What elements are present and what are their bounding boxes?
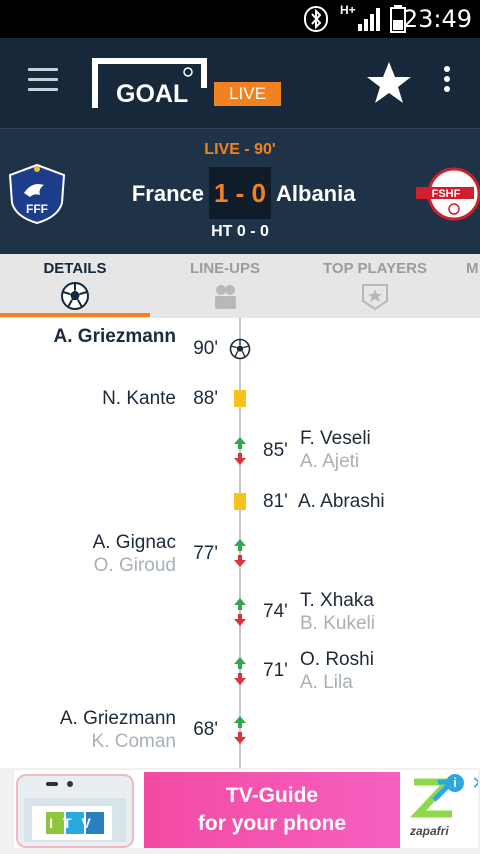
status-time: 23:49 — [402, 5, 472, 33]
event-player-out: A. Ajeti — [300, 451, 360, 472]
event-player-out: B. Kukeli — [300, 613, 375, 634]
tab-more-label: M — [466, 260, 479, 277]
yellow-card-icon — [234, 390, 246, 407]
timeline-event[interactable]: 81' A. Abrashi — [0, 489, 480, 519]
substitution-icon — [234, 598, 246, 626]
favorite-button[interactable] — [366, 60, 412, 106]
yellow-card-icon — [234, 493, 246, 510]
ad-line-1: TV-Guide — [225, 784, 319, 807]
event-minute: 85' — [263, 440, 288, 461]
event-player-in: F. Veseli — [300, 428, 371, 449]
event-minute: 77' — [193, 543, 218, 564]
albania-crest-text: FSHF — [432, 188, 461, 200]
ad-banner[interactable]: ITV TV-Guide for your phone zapafri i ✕ — [0, 768, 480, 854]
event-player: N. Kante — [102, 388, 176, 409]
event-player-in: A. Griezmann — [59, 708, 176, 729]
event-player-in: A. Gignac — [92, 532, 176, 553]
timeline-event[interactable]: N. Kante 88' — [0, 386, 480, 416]
app-bar: GOAL LIVE — [0, 38, 480, 128]
timeline-event[interactable]: 74' T. Xhaka B. Kukeli — [0, 590, 480, 638]
event-minute: 74' — [263, 601, 288, 622]
active-tab-indicator — [0, 313, 150, 317]
ad-brand: zapafri — [410, 824, 449, 838]
ad-content[interactable]: ITV TV-Guide for your phone zapafri i ✕ — [14, 770, 478, 848]
tab-details[interactable]: DETAILS — [0, 254, 150, 318]
home-team-name[interactable]: France — [132, 181, 204, 207]
tab-top-players[interactable]: TOP PLAYERS — [300, 254, 450, 318]
substitution-icon — [234, 539, 246, 567]
bluetooth-icon — [304, 6, 328, 32]
event-player-in: O. Roshi — [300, 649, 374, 670]
more-vertical-icon — [444, 66, 450, 72]
ad-phone-image: ITV — [16, 774, 134, 848]
france-crest-text: FFF — [26, 202, 48, 216]
event-minute: 81' — [263, 491, 288, 512]
timeline-event[interactable]: 71' O. Roshi A. Lila — [0, 649, 480, 697]
timeline-event[interactable]: A. Griezmann 90' — [0, 326, 480, 366]
event-player-in: T. Xhaka — [300, 590, 374, 611]
ad-info-icon[interactable]: i — [446, 774, 464, 792]
tab-details-label: DETAILS — [43, 260, 107, 277]
network-type-label: H+ — [340, 3, 356, 17]
substitution-icon — [234, 437, 246, 465]
goal-ball-icon — [229, 338, 251, 360]
event-player-out: K. Coman — [91, 731, 176, 752]
event-player-out: A. Lila — [300, 672, 353, 693]
event-player-out: O. Giroud — [93, 555, 176, 576]
timeline-event[interactable]: A. Griezmann K. Coman 68' — [0, 708, 480, 756]
substitution-icon — [234, 716, 246, 744]
ad-phone-text: ITV — [49, 815, 101, 831]
halftime-score: HT 0 - 0 — [211, 223, 269, 240]
signal-icon — [358, 8, 380, 31]
tab-lineups-label: LINE-UPS — [189, 260, 260, 277]
score: 1 - 0 — [209, 167, 271, 219]
goal-logo[interactable]: GOAL LIVE — [92, 58, 282, 108]
star-badge-icon — [362, 284, 388, 311]
players-icon — [215, 285, 236, 309]
event-minute: 88' — [193, 388, 218, 409]
match-timeline[interactable]: A. Griezmann 90' N. Kante 88' 85' F. Ves… — [0, 318, 480, 768]
substitution-icon — [234, 657, 246, 685]
event-player: A. Abrashi — [298, 491, 385, 512]
hamburger-icon — [28, 68, 58, 71]
event-minute: 90' — [193, 338, 218, 359]
menu-button[interactable] — [28, 68, 58, 92]
phone-screen-icon: ITV — [24, 781, 126, 842]
tab-top-players-label: TOP PLAYERS — [323, 260, 427, 277]
match-tabs: DETAILS LINE-UPS TOP PLAYERS M — [0, 254, 480, 318]
logo-text: GOAL — [116, 80, 189, 108]
timeline-event[interactable]: A. Gignac O. Giroud 77' — [0, 530, 480, 578]
ad-line-2: for your phone — [197, 812, 347, 835]
match-header: LIVE - 90' FFF France 1 - 0 Albania FSHF… — [0, 128, 480, 254]
ad-headline[interactable]: TV-Guide for your phone — [144, 772, 400, 848]
match-status: LIVE - 90' — [204, 141, 276, 158]
event-player: A. Griezmann — [53, 326, 176, 347]
status-bar: H+ 23:49 — [0, 0, 480, 38]
live-badge: LIVE — [214, 82, 281, 106]
albania-crest-icon[interactable]: FSHF — [412, 167, 480, 221]
star-icon — [367, 62, 411, 103]
event-minute: 71' — [263, 660, 288, 681]
timeline-event[interactable]: 85' F. Veseli A. Ajeti — [0, 426, 480, 474]
france-crest-icon[interactable]: FFF — [6, 163, 68, 225]
soccer-ball-icon — [61, 282, 89, 310]
tab-lineups[interactable]: LINE-UPS — [150, 254, 300, 318]
event-minute: 68' — [193, 719, 218, 740]
more-options-button[interactable] — [438, 66, 456, 96]
tab-more[interactable]: M — [466, 254, 480, 318]
ad-close-icon[interactable]: ✕ — [470, 774, 478, 792]
away-team-name[interactable]: Albania — [276, 181, 355, 207]
